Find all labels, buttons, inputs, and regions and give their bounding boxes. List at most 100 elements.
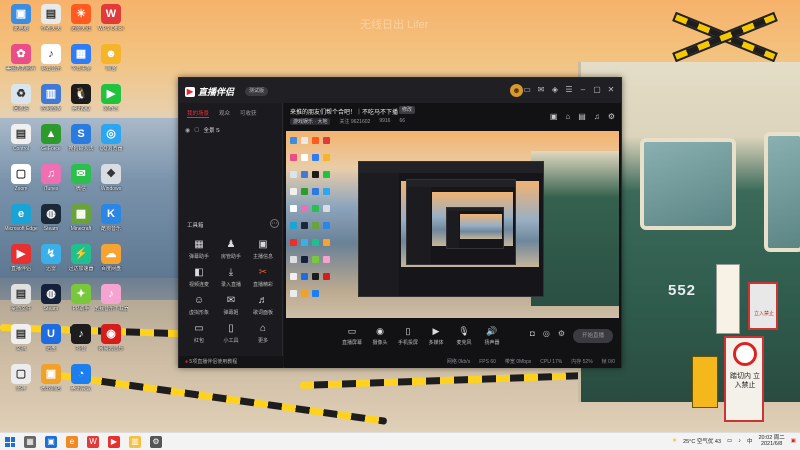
volume-icon[interactable]: ♪ xyxy=(738,438,741,444)
desktop-icon[interactable]: W WPS Office xyxy=(94,4,128,32)
desktop-icon[interactable]: ☁ 百度网盘 xyxy=(94,244,128,272)
desktop-icon[interactable]: ♪ 酷我音乐下载器 xyxy=(94,284,128,312)
desktop-icon[interactable]: ♻ 回收站 xyxy=(4,84,38,112)
desktop-icon[interactable]: ◉ 网易云音乐 xyxy=(94,324,128,352)
toolbox-item[interactable]: ▦ 弹幕助手 xyxy=(183,239,215,263)
category-badge[interactable]: 游戏娱乐 · 大地 xyxy=(290,118,331,125)
layers-icon[interactable]: ▤ xyxy=(578,112,586,121)
toolbox-item[interactable]: ▭ 红包 xyxy=(183,323,215,347)
toolbox-item[interactable]: ✉ 弹幕姬 xyxy=(215,295,247,319)
tab-audience[interactable]: 观众 xyxy=(219,109,230,118)
source-button[interactable]: 🎙 麦克风 xyxy=(450,326,478,346)
desktop-icon[interactable]: ▶ 直播伴侣 xyxy=(4,244,38,272)
taskbar-live-companion-icon[interactable]: ▶ xyxy=(108,436,120,448)
version-badge[interactable]: 测试版 xyxy=(245,87,269,96)
scene-item[interactable]: ◉ ▢ 全景 S xyxy=(179,124,282,136)
toolbox-item[interactable]: ☺ 虚拟形象 xyxy=(183,295,215,319)
toolbox-item[interactable]: ✂ 直播精彩 xyxy=(247,267,279,291)
edit-title-button[interactable]: 修改 xyxy=(399,106,416,114)
desktop-icon[interactable]: ▥ 控制面板 xyxy=(34,84,68,112)
desktop-icon[interactable]: S 搜狗输入法 xyxy=(64,124,98,152)
taskbar-task-view-icon[interactable]: ▦ xyxy=(24,436,36,448)
source-button[interactable]: ▭ 直播屏幕 xyxy=(338,326,366,346)
lock-icon[interactable]: ▢ xyxy=(194,127,199,133)
desktop-icon[interactable]: ♫ iTunes xyxy=(34,164,68,192)
taskbar-settings-icon[interactable]: ⚙ xyxy=(150,436,162,448)
source-button[interactable]: ▶ 多媒体 xyxy=(422,326,450,346)
go-live-button[interactable]: 开始直播 xyxy=(573,329,613,343)
title-bar[interactable]: ▶ 直播伴侣 测试版 ☻ ▭ ✉ ◈ ☰ – ▢ ✕ xyxy=(179,78,621,103)
ime-icon[interactable]: 中 xyxy=(747,437,753,445)
desktop-icon[interactable]: ☀ 迅雷天涯 xyxy=(64,4,98,32)
desktop-icon[interactable]: ▶ 爱奇艺 xyxy=(94,84,128,112)
toolbox-item[interactable]: ⤓ 录入直播 xyxy=(215,267,247,291)
desktop-icon[interactable]: ▢ Zoom xyxy=(4,164,38,192)
desktop-icon[interactable]: ▦ 今日头条 xyxy=(64,44,98,72)
desktop-icon[interactable]: ◍ Steam xyxy=(34,204,68,232)
toolbox-item[interactable]: ▯ 小工具 xyxy=(215,323,247,347)
eye-icon[interactable]: ◉ xyxy=(185,127,190,134)
tab-my-scenes[interactable]: 我的场景 xyxy=(187,109,210,118)
minimize-icon[interactable]: – xyxy=(579,86,587,94)
desktop-icon[interactable]: K 酷狗音乐 xyxy=(94,204,128,232)
live-preview[interactable] xyxy=(286,131,619,318)
mail-icon[interactable]: ✉ xyxy=(537,86,545,94)
desktop-icon[interactable]: ✿ 美图秀秀照片 xyxy=(4,44,38,72)
desktop-icon[interactable]: ✦ PP助手 xyxy=(64,284,98,312)
toolbox-item[interactable]: ♬ 歌词面板 xyxy=(247,295,279,319)
notification-icon[interactable]: ▣ xyxy=(791,438,796,444)
live-companion-window[interactable]: ▶ 直播伴侣 测试版 ☻ ▭ ✉ ◈ ☰ – ▢ ✕ 我的场景 观众 可收获 ◉… xyxy=(178,77,622,368)
desktop-icon[interactable]: ▤ 桌面文件 xyxy=(4,284,38,312)
lock-icon[interactable]: ⌂ xyxy=(565,112,570,121)
maximize-icon[interactable]: ▢ xyxy=(593,86,601,94)
toolbox-item[interactable]: ⌂ 更多 xyxy=(247,323,279,347)
desktop-icon[interactable]: U 迅盘 xyxy=(34,324,68,352)
desktop-icon[interactable]: ◎ QQ浏览器 xyxy=(94,124,128,152)
desktop-icon[interactable]: ⚡ 迅达加速器 xyxy=(64,244,98,272)
message-icon[interactable]: ▭ xyxy=(523,86,531,94)
network-icon[interactable]: ▭ xyxy=(727,438,732,444)
taskbar-browser-icon[interactable]: e xyxy=(66,436,78,448)
weather-icon[interactable]: ☀ xyxy=(672,438,677,444)
source-button[interactable]: 🔊 扬声器 xyxy=(478,326,506,346)
clock[interactable]: 20:02 周二 2021/6/8 xyxy=(759,435,785,447)
tutorial-notice[interactable]: ● 5项直播伴侣使用教程 xyxy=(179,356,283,368)
live-title[interactable]: 来推的朋友们帮个合吧！｜不吃马不下播 xyxy=(290,107,398,116)
desktop-icon[interactable]: ◍ Steam xyxy=(34,284,68,312)
desktop-icon[interactable]: ▩ Minecraft xyxy=(64,204,98,232)
taskbar-widgets-icon[interactable]: ▣ xyxy=(45,436,57,448)
desktop-icon[interactable]: ◔ 腾讯会议 xyxy=(64,364,98,392)
eye-icon[interactable]: ◎ xyxy=(543,329,550,338)
desktop-icon[interactable]: ❖ Windows xyxy=(94,164,128,192)
desktop-icon[interactable]: ↯ 迅雷 xyxy=(34,244,68,272)
weather-text[interactable]: 25°C 空气优 43 xyxy=(683,437,721,445)
source-button[interactable]: ▯ 手机投屏 xyxy=(394,326,422,346)
toolbox-settings-icon[interactable]: ⋯ xyxy=(270,219,279,228)
camera-icon[interactable]: ◘ xyxy=(530,329,535,338)
close-icon[interactable]: ✕ xyxy=(607,86,615,94)
settings-icon[interactable]: ⚙ xyxy=(608,112,615,121)
desktop-icon[interactable]: ▣ 此电脑 xyxy=(4,4,38,32)
desktop-icon[interactable]: e Microsoft Edge xyxy=(4,204,38,232)
skin-icon[interactable]: ◈ xyxy=(551,86,559,94)
desktop-icon[interactable]: 🐧 腾讯QQ xyxy=(64,84,98,112)
desktop-icon[interactable]: ♪ 易云音乐 xyxy=(34,44,68,72)
taskbar-wps-icon[interactable]: W xyxy=(87,436,99,448)
desktop-icon[interactable]: ▢ 雷神 xyxy=(4,364,38,392)
user-avatar[interactable]: ☻ xyxy=(510,84,523,97)
menu-icon[interactable]: ☰ xyxy=(565,86,573,94)
desktop-icon[interactable]: ♪ 抖音 xyxy=(64,324,98,352)
desktop-icon[interactable]: ▣ 微软商店 xyxy=(34,364,68,392)
desktop-icon[interactable]: ▲ GeForce xyxy=(34,124,68,152)
desktop-icon[interactable]: ▤ 作者天天 xyxy=(34,4,68,32)
settings-icon[interactable]: ⚙ xyxy=(558,329,565,338)
desktop-icon[interactable]: ☻ Wi客 xyxy=(94,44,128,72)
desktop-icon[interactable]: ▤ 文档 xyxy=(4,324,38,352)
desktop-icon[interactable]: ✉ 微信 xyxy=(64,164,98,192)
desktop-icon[interactable]: ▤ Control xyxy=(4,124,38,152)
tab-rewards[interactable]: 可收获 xyxy=(240,109,257,118)
toolbox-item[interactable]: ◧ 视频连麦 xyxy=(183,267,215,291)
windows-start-icon[interactable] xyxy=(5,437,15,447)
toolbox-item[interactable]: ▣ 主播信息 xyxy=(247,239,279,263)
toolbox-item[interactable]: ♟ 房管助手 xyxy=(215,239,247,263)
